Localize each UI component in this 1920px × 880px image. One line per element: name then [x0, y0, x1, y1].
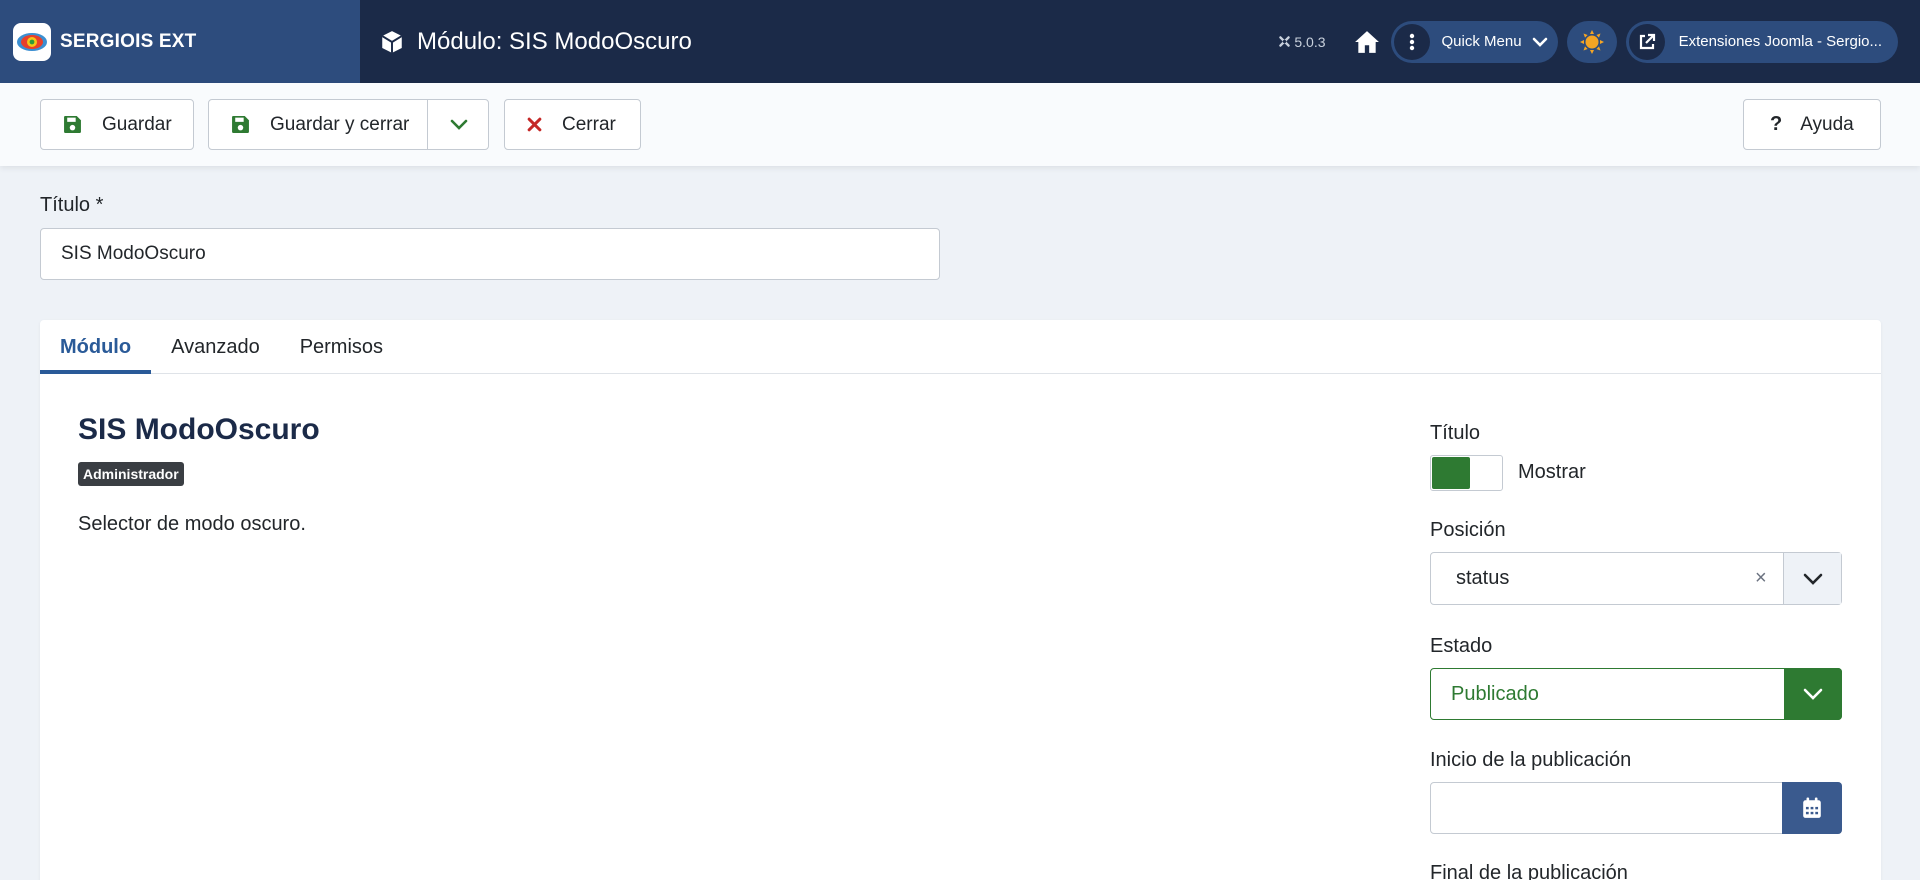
theme-toggle-button[interactable]	[1566, 20, 1617, 63]
status-label: Estado	[1430, 635, 1493, 657]
page-title-text: Módulo: SIS ModoOscuro	[417, 27, 692, 55]
module-name: SIS ModoOscuro	[78, 413, 320, 446]
save-icon	[231, 115, 250, 134]
version-text: 5.0.3	[1294, 33, 1326, 50]
quick-menu-button[interactable]: Quick Menu	[1390, 20, 1558, 63]
quick-menu-label: Quick Menu	[1441, 33, 1522, 50]
calendar-icon	[1803, 797, 1821, 818]
toolbar: Guardar Guardar y cerrar Cerrar ? Ayuda	[0, 83, 1920, 166]
publish-down-label: Final de la publicación	[1430, 862, 1628, 880]
tab-bar: Módulo Avanzado Permisos	[40, 320, 1881, 374]
top-header: SERGIOIS EXT Módulo: SIS ModoOscuro 5.0.…	[0, 0, 1920, 83]
tab-permissions[interactable]: Permisos	[280, 320, 403, 374]
calendar-button[interactable]	[1782, 782, 1842, 834]
header-actions: 5.0.3 Quick Menu Extensiones Joomla - Se…	[1278, 20, 1920, 63]
status-dropdown-toggle[interactable]	[1784, 668, 1842, 720]
chevron-down-icon	[1803, 688, 1823, 700]
page-title: Módulo: SIS ModoOscuro	[379, 28, 692, 56]
position-select[interactable]: status ×	[1430, 552, 1842, 605]
show-title-toggle[interactable]	[1430, 455, 1503, 491]
position-label: Posición	[1430, 519, 1506, 541]
help-label: Ayuda	[1800, 113, 1854, 135]
home-button[interactable]	[1352, 27, 1382, 57]
question-icon: ?	[1770, 113, 1783, 135]
chevron-down-icon	[450, 119, 467, 130]
save-close-button[interactable]: Guardar y cerrar	[208, 99, 489, 150]
cube-icon	[379, 29, 405, 55]
client-badge: Administrador	[78, 462, 184, 486]
save-button[interactable]: Guardar	[40, 99, 194, 150]
chevron-down-icon	[1803, 573, 1822, 585]
save-icon	[63, 115, 82, 134]
publish-up-label: Inicio de la publicación	[1430, 749, 1632, 771]
view-site-button[interactable]: Extensiones Joomla - Sergio...	[1625, 20, 1898, 63]
tab-module[interactable]: Módulo	[40, 320, 152, 374]
publish-up-input[interactable]	[1430, 782, 1842, 834]
title-field-label: Título *	[40, 194, 104, 216]
show-title-label: Título	[1430, 422, 1481, 444]
module-card: Módulo Avanzado Permisos SIS ModoOscuro …	[40, 320, 1881, 880]
external-link-icon	[1628, 23, 1665, 60]
version-info: 5.0.3	[1278, 33, 1326, 50]
title-input[interactable]	[40, 228, 940, 280]
help-button[interactable]: ? Ayuda	[1743, 99, 1881, 150]
save-close-label: Guardar y cerrar	[270, 113, 410, 135]
clear-icon[interactable]: ×	[1755, 567, 1767, 590]
site-link-label: Extensiones Joomla - Sergio...	[1678, 33, 1882, 50]
joomla-icon	[1279, 36, 1291, 47]
position-value: status	[1456, 567, 1510, 589]
close-button[interactable]: Cerrar	[504, 99, 641, 150]
brand[interactable]: SERGIOIS EXT	[0, 0, 360, 83]
toggle-knob	[1432, 457, 1470, 489]
status-value: Publicado	[1451, 683, 1539, 705]
tab-advanced[interactable]: Avanzado	[151, 320, 280, 374]
brand-logo-icon	[13, 22, 51, 61]
module-description: Selector de modo oscuro.	[78, 513, 306, 535]
position-dropdown-toggle[interactable]	[1783, 553, 1841, 604]
brand-name: SERGIOIS EXT	[60, 30, 197, 52]
sun-icon	[1579, 29, 1604, 54]
save-label: Guardar	[102, 113, 172, 135]
more-vertical-icon	[1393, 23, 1430, 60]
close-icon	[527, 117, 542, 132]
save-options-dropdown[interactable]	[428, 100, 489, 149]
chevron-down-icon	[1532, 37, 1547, 47]
status-select[interactable]: Publicado	[1430, 668, 1842, 720]
close-label: Cerrar	[562, 113, 616, 135]
show-title-value: Mostrar	[1518, 461, 1586, 483]
home-icon	[1354, 30, 1379, 53]
